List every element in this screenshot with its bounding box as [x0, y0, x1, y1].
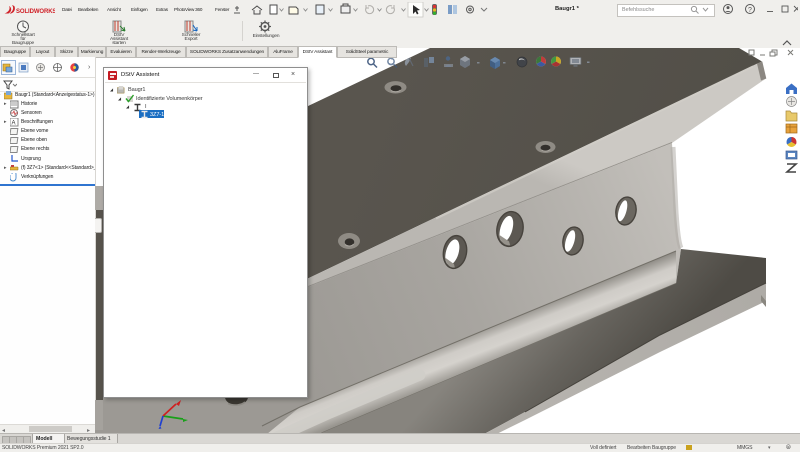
svg-text:?: ?: [748, 7, 752, 14]
svg-text:A: A: [12, 120, 16, 126]
svg-text:SOLIDWORKS: SOLIDWORKS: [16, 9, 55, 15]
